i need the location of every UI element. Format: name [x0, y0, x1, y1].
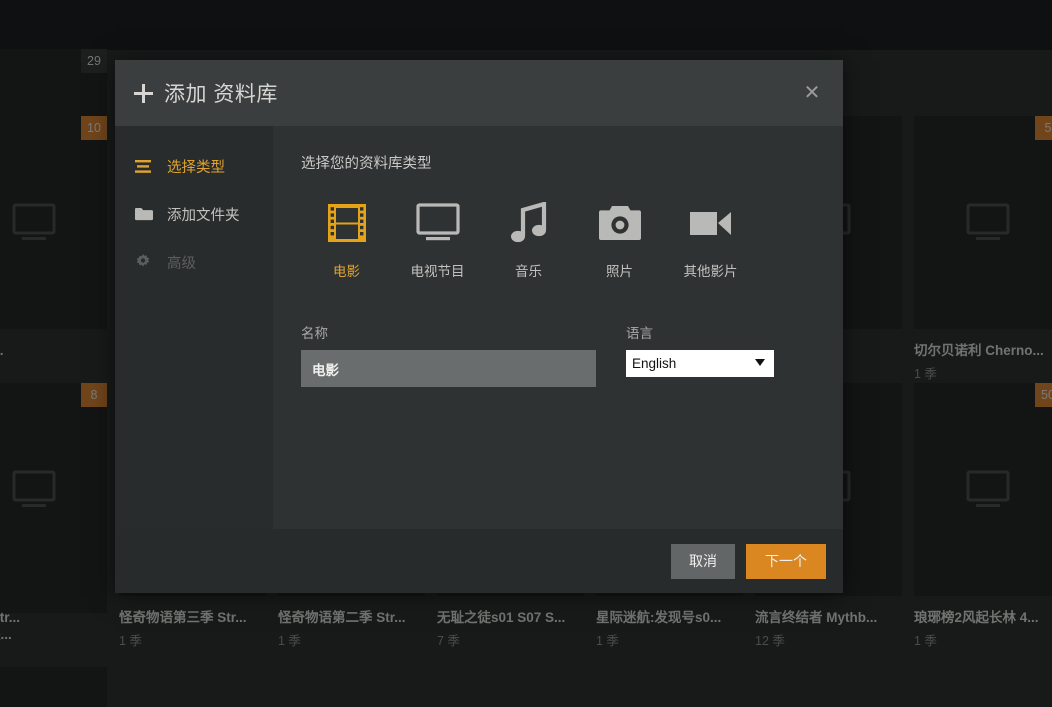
app-root: 29 1003 冰...冰与火...1 季5切尔贝诺利 Cherno...1 季… — [0, 0, 1052, 707]
library-fields: 名称 语言 English — [301, 322, 815, 387]
type-option-label: 其他影片 — [684, 260, 738, 280]
type-option-label: 照片 — [606, 260, 633, 280]
content-heading: 选择您的资料库类型 — [301, 152, 815, 173]
modal-sidebar: 选择类型 添加文件夹 — [115, 126, 273, 529]
modal-footer: 取消 下一个 — [115, 529, 843, 593]
modal-body: 选择类型 添加文件夹 — [115, 126, 843, 529]
folder-icon — [135, 207, 157, 221]
type-option-tv-shows[interactable]: 电视节目 — [392, 199, 483, 280]
sidebar-item-label: 选择类型 — [167, 156, 225, 177]
modal-title: 添加 资料库 — [134, 78, 278, 108]
modal-content: 选择您的资料库类型 — [273, 126, 843, 529]
close-icon[interactable]: ✕ — [795, 76, 829, 110]
video-camera-icon — [689, 199, 733, 247]
modal-header: 添加 资料库 ✕ — [115, 60, 843, 126]
plus-icon — [134, 84, 153, 103]
language-field-group: 语言 English — [626, 322, 774, 387]
sidebar-item-label: 添加文件夹 — [167, 204, 240, 225]
add-library-modal: 添加 资料库 ✕ 选择类型 — [115, 60, 843, 593]
name-field-group: 名称 — [301, 322, 596, 387]
modal-title-text: 添加 资料库 — [164, 83, 278, 106]
list-icon — [135, 160, 157, 173]
type-option-photos[interactable]: 照片 — [574, 199, 665, 280]
type-option-label: 音乐 — [515, 260, 542, 280]
type-option-label: 电视节目 — [411, 260, 465, 280]
next-button[interactable]: 下一个 — [746, 544, 826, 579]
type-option-other-videos[interactable]: 其他影片 — [665, 199, 756, 280]
tv-icon — [415, 199, 461, 247]
cancel-button[interactable]: 取消 — [671, 544, 735, 579]
type-option-label: 电影 — [333, 260, 360, 280]
music-note-icon — [510, 199, 548, 247]
sidebar-item-add-folder[interactable]: 添加文件夹 — [115, 190, 273, 238]
gear-icon — [135, 254, 157, 270]
sidebar-item-label: 高级 — [167, 252, 196, 273]
library-type-chooser: 电影 电视节目 — [301, 199, 815, 280]
film-icon — [325, 199, 369, 247]
name-label: 名称 — [301, 322, 596, 342]
type-option-movies[interactable]: 电影 — [301, 199, 392, 280]
sidebar-item-advanced: 高级 — [115, 238, 273, 286]
name-input[interactable] — [301, 350, 596, 387]
type-option-music[interactable]: 音乐 — [483, 199, 574, 280]
sidebar-item-select-type[interactable]: 选择类型 — [115, 142, 273, 190]
language-label: 语言 — [626, 322, 774, 342]
language-select[interactable]: English — [626, 350, 774, 377]
camera-icon — [598, 199, 642, 247]
